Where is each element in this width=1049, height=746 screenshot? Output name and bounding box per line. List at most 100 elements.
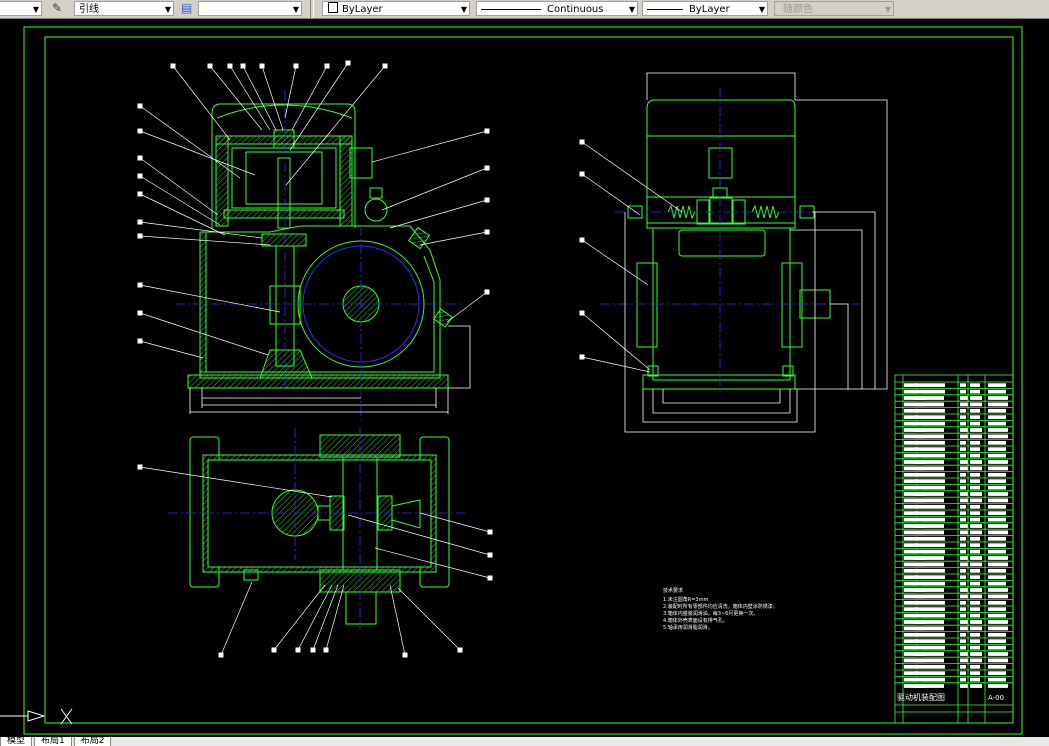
leader-line (139, 157, 219, 216)
leader-line (325, 584, 345, 651)
worm-bearing-top (261, 233, 307, 247)
title-block-cell-text (915, 402, 925, 407)
leader-line (139, 284, 281, 313)
fan-arc (216, 104, 353, 119)
title-block-cell-text (988, 498, 1008, 503)
tab-layout2[interactable]: 布局2 (73, 737, 112, 746)
part-balloon (324, 63, 330, 69)
title-block-cell-text (915, 415, 945, 420)
technical-requirements: 技术要求 1.未注圆角R=3mm 2.装配时所有零部件均应清洗，箱体内壁涂防锈漆… (663, 587, 778, 631)
title-block-cell-text (915, 492, 925, 496)
motor-stator (231, 147, 337, 209)
bearing-top (273, 129, 295, 149)
title-block-cell-text (970, 504, 980, 509)
part-balloon (487, 529, 493, 535)
leader-line (389, 584, 406, 656)
title-block-cell-text (960, 460, 968, 464)
linetype-dropdown[interactable]: Continuous ▼ (476, 1, 638, 16)
title-block-cell-text (960, 389, 966, 394)
side-view (627, 99, 831, 390)
title-block-cell-text (970, 440, 980, 445)
title-block-cell-text (988, 421, 1006, 426)
title-block-cell-text (960, 620, 968, 624)
title-block-cell-text (915, 677, 945, 682)
title-block-cell-text (970, 600, 980, 605)
title-block-cell-text (970, 466, 982, 471)
housing-inner (207, 459, 432, 568)
part-balloon (345, 60, 351, 66)
drawing-number: A-00 (988, 694, 1004, 702)
leader-line (172, 65, 231, 141)
color-dropdown[interactable]: ByLayer ▼ (322, 1, 470, 16)
part-balloon (484, 197, 490, 203)
title-block-cell-text (988, 524, 1008, 528)
title-block-cell-text (970, 588, 982, 592)
title-block-cell-text (960, 530, 968, 535)
lineweight-dropdown[interactable]: ByLayer ▼ (642, 1, 768, 16)
title-block-cell-text (915, 530, 925, 535)
title-block-cell-text (970, 632, 980, 637)
title-block-cell-text (970, 556, 982, 560)
title-block-cell-text (960, 562, 968, 567)
title-block-cell-text (960, 652, 968, 656)
lineweight-sample-icon (647, 8, 683, 10)
part-balloon (484, 128, 490, 134)
part-balloon (579, 354, 585, 360)
title-block-cell-text (970, 677, 980, 682)
title-block-cell-text (960, 492, 968, 496)
title-block-cell-text (915, 671, 945, 676)
leader-line (139, 340, 204, 359)
title-block-cell-text (960, 581, 966, 586)
drawing-canvas[interactable]: 技术要求 1.未注圆角R=3mm 2.装配时所有零部件均应清洗，箱体内壁涂防锈漆… (0, 19, 1049, 737)
title-block-cell-text (915, 460, 925, 464)
title-block-cell-text (970, 620, 982, 624)
part-balloon (137, 155, 143, 161)
title-block-cell-text (960, 613, 966, 618)
title-block-cell-text (915, 600, 945, 605)
title-block-cell-text (915, 626, 925, 631)
title-block-cell-text (915, 658, 925, 663)
leader-line (419, 231, 488, 246)
title-block-cell-text (960, 568, 966, 573)
title-block-cell-text (988, 434, 1008, 439)
title-block-cell-text (970, 530, 982, 535)
title-block-cell-text (970, 517, 980, 522)
title-block-cell-text (915, 396, 925, 400)
title-block-cell-text (970, 434, 982, 439)
title-block-cell-text (988, 684, 1008, 688)
title-block-cell-text (970, 581, 980, 586)
multileader-style-icon: ✎ (52, 1, 63, 15)
part-balloon (137, 233, 143, 239)
title-block-cell-text (970, 658, 982, 663)
top-section-view (189, 434, 450, 625)
part-balloon (323, 647, 329, 653)
sheet-border (23, 26, 1023, 735)
dimstyle-dropdown[interactable]: ▼ (0, 1, 42, 16)
part-balloon (579, 237, 585, 243)
cad-drawing[interactable]: 技术要求 1.未注圆角R=3mm 2.装配时所有零部件均应清洗，箱体内壁涂防锈漆… (0, 19, 1049, 737)
title-block-cell-text (970, 543, 980, 548)
title-block-cell-text (988, 536, 1006, 541)
tab-layout1[interactable]: 布局1 (34, 737, 72, 746)
title-block-cell-text (960, 588, 968, 592)
title-block-cell-text (988, 626, 1008, 631)
title-block-cell-text (988, 466, 1008, 471)
table-style-icon: ▤ (181, 1, 193, 15)
tab-model[interactable]: 模型 (0, 737, 33, 746)
table-style-dropdown[interactable]: ▼ (198, 1, 302, 16)
title-block-cell-text (988, 575, 1006, 580)
title-block-cell-text (960, 408, 966, 413)
flange-left (636, 262, 658, 348)
title-block-cell-text (915, 383, 945, 388)
title-block-cell-text (988, 549, 1006, 554)
title-block-cell-text (960, 485, 966, 490)
title-block-cell-text (960, 524, 968, 528)
cover-plate (678, 229, 766, 257)
title-block-cell-text (988, 396, 1008, 400)
part-balloon (137, 128, 143, 134)
title-block-cell-text (988, 639, 1006, 644)
title-block-cell-text (915, 639, 945, 644)
multileader-style-dropdown[interactable]: 引线 ▼ (74, 1, 174, 16)
leader-line (220, 581, 253, 656)
gearbox-base (187, 374, 449, 389)
